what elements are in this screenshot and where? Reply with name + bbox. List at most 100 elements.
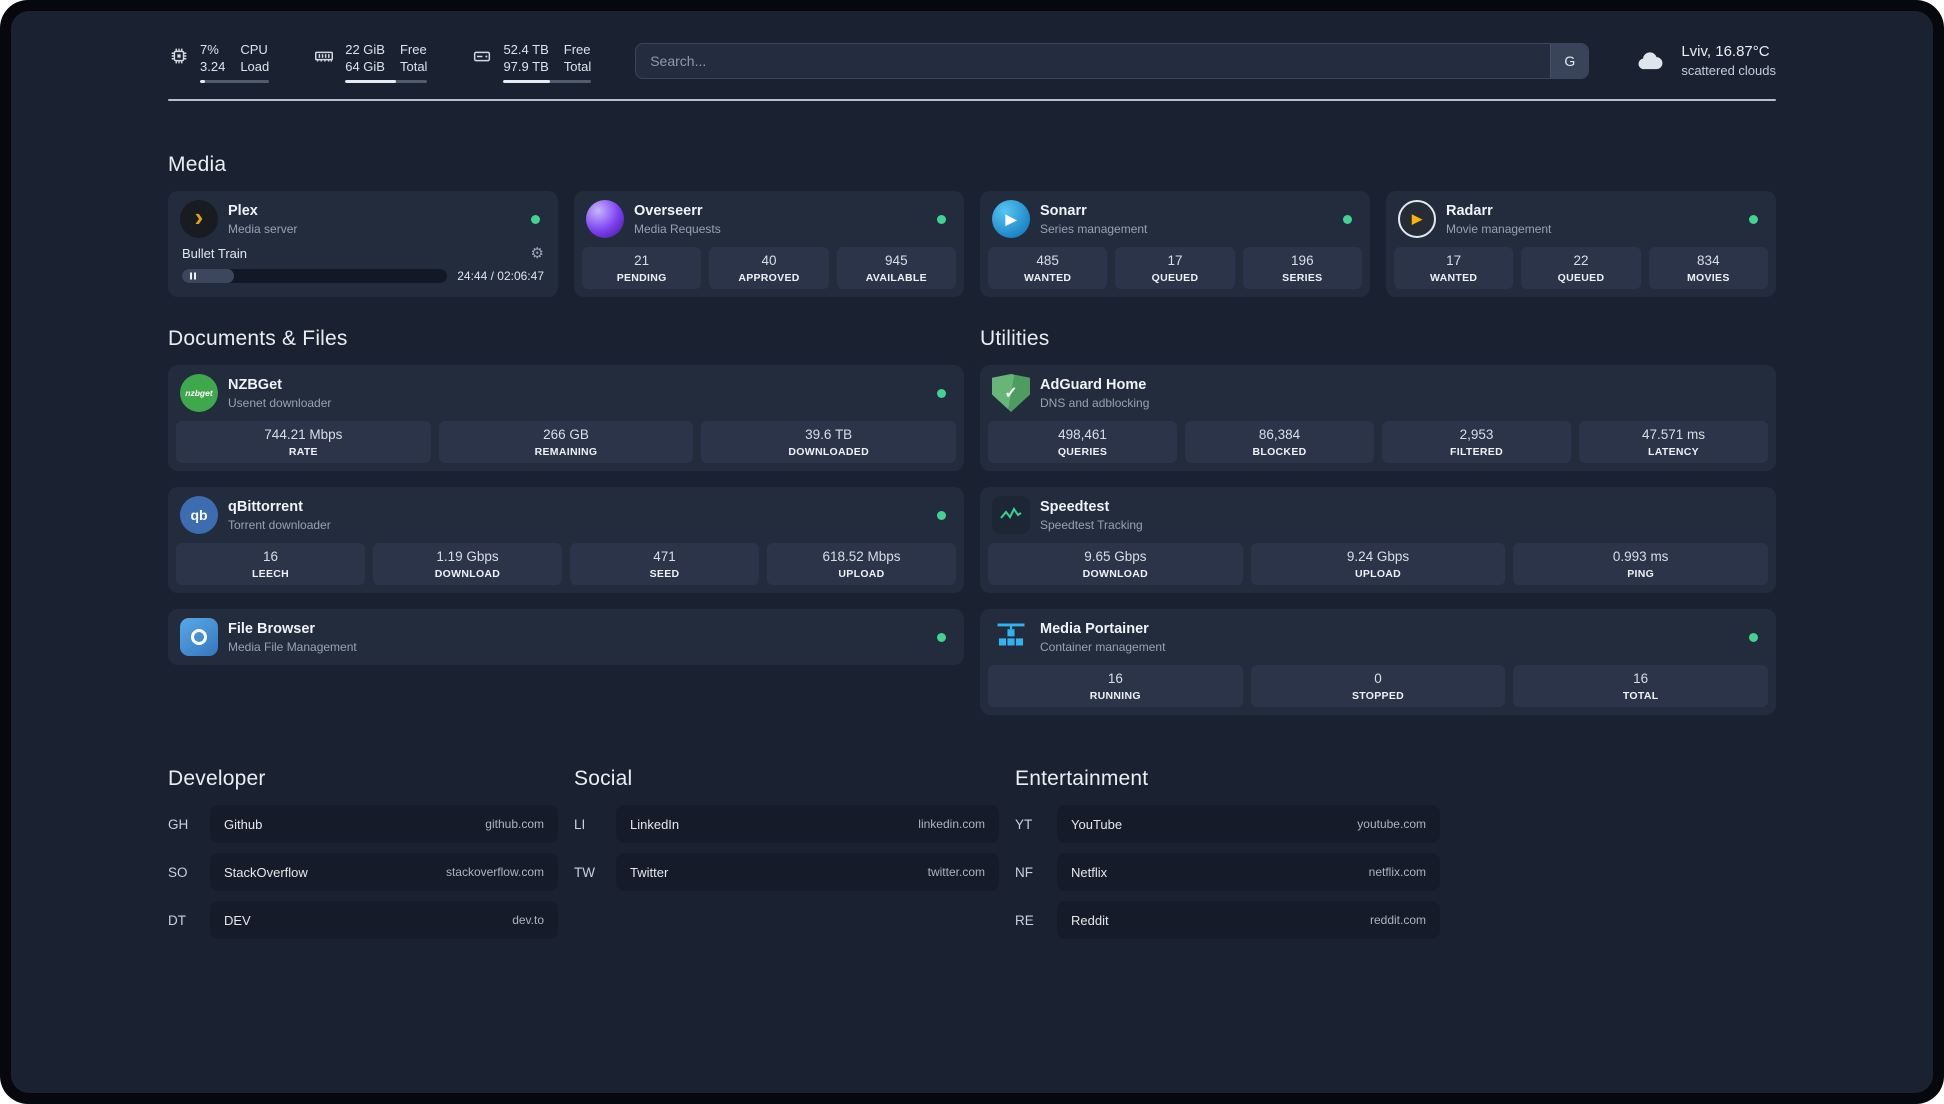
stat-label: PENDING <box>616 272 667 284</box>
cpu-labels: CPU Load <box>240 42 270 74</box>
dashboard: 7% 3.24 CPU Load 22 GiB 64 GiB Free Tota… <box>11 11 1933 1093</box>
section-title-documents: Documents & Files <box>168 327 348 350</box>
memory-labels: Free Total <box>399 42 428 74</box>
stat-tile: 1.19 Gbps DOWNLOAD <box>373 543 562 585</box>
card-plex[interactable]: › Plex Media server Bullet Train ⚙ 24:44… <box>168 191 558 297</box>
bookmark-link[interactable]: YouTube youtube.com <box>1057 805 1440 843</box>
stat-value: 2,953 <box>1459 427 1494 442</box>
stat-label: QUEUED <box>1151 272 1199 284</box>
card-sonarr[interactable]: ▶ Sonarr Series management 485 WANTED 17… <box>980 191 1370 297</box>
service-subtitle: Movie management <box>1446 221 1552 236</box>
memory-usage-bar <box>345 80 428 83</box>
pause-icon[interactable] <box>190 272 196 280</box>
bookmark-url: youtube.com <box>1357 817 1426 831</box>
disk-widget: 52.4 TB 97.9 TB Free Total <box>471 41 592 83</box>
status-dot <box>1749 632 1758 642</box>
card-overseerr[interactable]: Overseerr Media Requests 21 PENDING 40 A… <box>574 191 964 297</box>
stat-value: 471 <box>653 549 676 564</box>
service-name: Sonarr <box>1040 202 1087 219</box>
status-dot <box>937 632 946 642</box>
playback-progress-bar[interactable] <box>182 269 448 283</box>
bookmark-abbr: LI <box>574 816 586 832</box>
disk-labels: Free Total <box>563 42 592 74</box>
stat-value: 17 <box>1167 253 1183 268</box>
memory-widget: 22 GiB 64 GiB Free Total <box>313 41 428 83</box>
bookmark-name: Github <box>224 816 263 832</box>
bookmark-url: reddit.com <box>1369 913 1426 927</box>
section-title-utilities: Utilities <box>980 327 1050 350</box>
bookmark-linkedin: LI LinkedIn linkedin.com <box>574 805 999 843</box>
service-name: Overseerr <box>634 202 703 219</box>
bookmark-url: github.com <box>485 817 544 831</box>
stat-label: AVAILABLE <box>865 272 927 284</box>
sonarr-icon: ▶ <box>992 200 1030 238</box>
stat-label: MOVIES <box>1686 272 1730 284</box>
card-portainer[interactable]: Media Portainer Container management 16 … <box>980 609 1776 715</box>
bookmark-link[interactable]: Twitter twitter.com <box>616 853 999 891</box>
overseerr-icon <box>586 200 624 238</box>
stat-label: UPLOAD <box>1354 568 1402 580</box>
status-dot <box>937 214 946 224</box>
service-subtitle: Media server <box>228 221 298 236</box>
stat-tile: 196 SERIES <box>1242 247 1362 289</box>
settings-gear-icon[interactable]: ⚙ <box>531 244 544 262</box>
bookmark-url: twitter.com <box>927 865 985 879</box>
disk-icon <box>474 51 491 62</box>
stat-value: 22 <box>1573 253 1589 268</box>
stat-label: STOPPED <box>1351 690 1405 702</box>
stat-tile: 498,461 QUERIES <box>988 421 1177 463</box>
adguard-shield-icon: ✓ <box>992 374 1030 412</box>
stat-label: UPLOAD <box>838 568 885 580</box>
service-subtitle: Usenet downloader <box>228 395 332 410</box>
bookmark-link[interactable]: Netflix netflix.com <box>1057 853 1440 891</box>
bookmark-url: stackoverflow.com <box>445 865 544 879</box>
stat-label: BLOCKED <box>1252 446 1307 458</box>
stat-label: REMAINING <box>534 446 598 458</box>
service-name: Speedtest <box>1040 498 1110 515</box>
memory-icon <box>315 51 334 62</box>
stat-value: 0 <box>1374 671 1382 686</box>
card-qbittorrent[interactable]: qb qBittorrent Torrent downloader 16 LEE… <box>168 487 964 593</box>
stat-tile: 17 WANTED <box>1394 247 1514 289</box>
bookmark-link[interactable]: DEV dev.to <box>210 901 558 939</box>
bookmark-link[interactable]: StackOverflow stackoverflow.com <box>210 853 558 891</box>
bookmark-link[interactable]: Reddit reddit.com <box>1057 901 1440 939</box>
speedtest-graph-icon <box>992 496 1030 534</box>
section-title-entertainment: Entertainment <box>1015 767 1149 790</box>
stat-tile: 16 TOTAL <box>1513 665 1769 707</box>
stat-label: TOTAL <box>1622 690 1659 702</box>
bookmark-abbr: GH <box>168 816 189 832</box>
service-name: NZBGet <box>228 376 282 393</box>
service-subtitle: Speedtest Tracking <box>1040 517 1143 532</box>
status-dot <box>1749 214 1758 224</box>
portainer-crane-icon <box>992 618 1030 656</box>
bookmark-name: LinkedIn <box>630 816 680 832</box>
stat-tile: 9.24 Gbps UPLOAD <box>1250 543 1506 585</box>
service-subtitle: Media File Management <box>228 639 357 654</box>
stat-value: 498,461 <box>1058 427 1107 442</box>
memory-values: 22 GiB 64 GiB <box>345 42 385 74</box>
card-nzbget[interactable]: nzbget NZBGet Usenet downloader 744.21 M… <box>168 365 964 471</box>
card-speedtest[interactable]: Speedtest Speedtest Tracking 9.65 Gbps D… <box>980 487 1776 593</box>
stat-value: 0.993 ms <box>1612 549 1669 564</box>
bookmark-link[interactable]: Github github.com <box>210 805 558 843</box>
service-name: Radarr <box>1446 202 1493 219</box>
stat-tile: 21 PENDING <box>582 247 702 289</box>
stat-label: RATE <box>288 446 318 458</box>
card-adguard[interactable]: ✓ AdGuard Home DNS and adblocking 498,46… <box>980 365 1776 471</box>
bookmark-link[interactable]: LinkedIn linkedin.com <box>616 805 999 843</box>
search-input[interactable] <box>636 44 1551 78</box>
stat-label: DOWNLOAD <box>434 568 501 580</box>
search-provider-button[interactable]: G <box>1550 44 1589 78</box>
stat-value: 9.65 Gbps <box>1084 549 1147 564</box>
stat-tile: 16 RUNNING <box>988 665 1243 707</box>
stat-tile: 40 APPROVED <box>709 247 829 289</box>
card-filebrowser[interactable]: File Browser Media File Management <box>168 609 964 665</box>
status-dot <box>937 510 946 520</box>
stat-value: 834 <box>1697 253 1720 268</box>
stat-value: 40 <box>761 253 777 268</box>
service-subtitle: Torrent downloader <box>228 517 331 532</box>
bookmark-youtube: YT YouTube youtube.com <box>1015 805 1440 843</box>
bookmark-abbr: TW <box>574 864 595 880</box>
card-radarr[interactable]: ▶ Radarr Movie management 17 WANTED 22 Q… <box>1386 191 1776 297</box>
